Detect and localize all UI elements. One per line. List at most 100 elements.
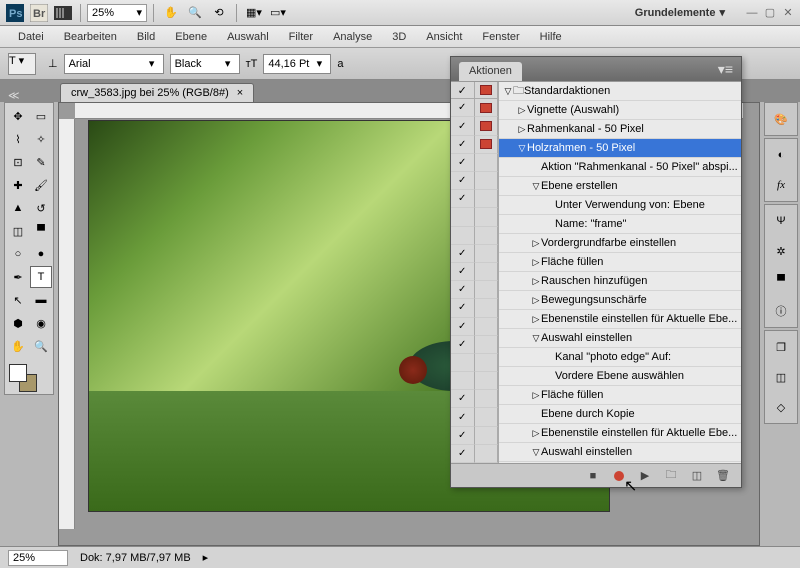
action-check[interactable] (451, 427, 475, 445)
action-row[interactable]: Ebene durch Kopie (499, 405, 741, 424)
action-dialog[interactable] (475, 281, 499, 299)
screen-mode-icon[interactable]: ▭▾ (267, 3, 289, 23)
status-arrow-icon[interactable]: ▸ (203, 551, 209, 564)
stamp-tool-icon[interactable]: ▲ (7, 197, 29, 219)
action-row[interactable]: Aktion "Rahmenkanal - 50 Pixel" abspi... (499, 158, 741, 177)
action-check[interactable] (451, 136, 475, 154)
healing-tool-icon[interactable]: ✚ (7, 174, 29, 196)
action-row[interactable]: ▽🗀 Standardaktionen (499, 82, 741, 101)
action-dialog[interactable] (475, 336, 499, 354)
action-dialog[interactable] (475, 227, 499, 245)
layers-panel-icon[interactable]: ❐ (769, 335, 793, 359)
minimize-button[interactable]: — (744, 5, 760, 21)
action-check[interactable] (451, 318, 475, 336)
action-row[interactable]: ▷Rahmenkanal - 50 Pixel (499, 120, 741, 139)
toggle-all-check[interactable]: ✓ (451, 82, 475, 98)
action-row[interactable]: Kanal "photo edge" Auf: (499, 348, 741, 367)
menu-fenster[interactable]: Fenster (472, 28, 529, 46)
arrange-icon[interactable]: ▦▾ (243, 3, 265, 23)
menu-ansicht[interactable]: Ansicht (416, 28, 472, 46)
action-check[interactable] (451, 354, 475, 372)
menu-ebene[interactable]: Ebene (165, 28, 217, 46)
history-brush-icon[interactable]: ↺ (30, 197, 52, 219)
menu-bearbeiten[interactable]: Bearbeiten (54, 28, 127, 46)
eyedropper-tool-icon[interactable]: ✎ (30, 151, 52, 173)
action-check[interactable] (451, 99, 475, 117)
zoom-canvas-icon[interactable]: 🔍 (30, 335, 52, 357)
action-row[interactable]: ▽Auswahl einstellen (499, 329, 741, 348)
menu-filter[interactable]: Filter (279, 28, 323, 46)
panel-header[interactable]: Aktionen ▾≡ (451, 57, 741, 81)
brushes-panel-icon[interactable]: Ψ (769, 209, 793, 233)
action-check[interactable] (451, 263, 475, 281)
action-dialog[interactable] (475, 390, 499, 408)
dodge-tool-icon[interactable]: ● (30, 243, 52, 265)
action-dialog[interactable] (475, 372, 499, 390)
action-dialog[interactable] (475, 445, 499, 463)
menu-hilfe[interactable]: Hilfe (530, 28, 572, 46)
adjustments-panel-icon[interactable]: ◐ (769, 143, 793, 167)
font-weight-field[interactable]: Black▾ (170, 54, 240, 74)
histogram-panel-icon[interactable]: ▀ (769, 269, 793, 293)
action-row[interactable]: ▷Vordergrundfarbe einstellen (499, 234, 741, 253)
action-check[interactable] (451, 154, 475, 172)
action-dialog[interactable] (475, 154, 499, 172)
tab-scroll-left-icon[interactable]: ≪ (8, 89, 20, 102)
marquee-tool-icon[interactable]: ▭ (30, 105, 52, 127)
action-dialog[interactable] (475, 318, 499, 336)
pen-tool-icon[interactable]: ✒ (7, 266, 29, 288)
mini-bridge-icon[interactable] (52, 3, 74, 23)
new-set-button[interactable]: 🗀 (663, 468, 679, 484)
ruler-vertical[interactable] (59, 119, 75, 529)
action-dialog[interactable] (475, 208, 499, 226)
channels-panel-icon[interactable]: ◫ (769, 365, 793, 389)
antialias-icon[interactable]: a (337, 58, 343, 70)
new-action-button[interactable]: ◫ (689, 468, 705, 484)
type-tool-icon[interactable]: T (30, 266, 52, 288)
action-check[interactable] (451, 408, 475, 426)
delete-button[interactable]: 🗑 (715, 468, 731, 484)
menu-auswahl[interactable]: Auswahl (217, 28, 279, 46)
font-size-field[interactable]: 44,16 Pt▾ (263, 54, 331, 74)
tool-preset-icon[interactable]: T ▾ (8, 53, 36, 75)
action-check[interactable] (451, 336, 475, 354)
document-tab[interactable]: crw_3583.jpg bei 25% (RGB/8#) × (60, 83, 254, 102)
info-panel-icon[interactable]: ⓘ (769, 299, 793, 323)
action-dialog[interactable] (475, 245, 499, 263)
action-check[interactable] (451, 445, 475, 463)
action-dialog[interactable] (475, 299, 499, 317)
close-button[interactable]: ✕ (780, 5, 796, 21)
action-dialog[interactable] (475, 427, 499, 445)
action-dialog[interactable] (475, 190, 499, 208)
toggle-all-dialog[interactable] (475, 82, 499, 98)
action-dialog[interactable] (475, 172, 499, 190)
action-row[interactable]: ▷Rauschen hinzufügen (499, 272, 741, 291)
actions-list[interactable]: ▽🗀 Standardaktionen▷Vignette (Auswahl)▷R… (499, 82, 741, 463)
action-check[interactable] (451, 245, 475, 263)
hand-tool-icon[interactable]: ✋ (7, 335, 29, 357)
play-button[interactable]: ▶ (637, 468, 653, 484)
action-row[interactable]: ▷Fläche füllen (499, 253, 741, 272)
3d-camera-icon[interactable]: ◉ (30, 312, 52, 334)
color-panel-icon[interactable]: 🎨 (769, 107, 793, 131)
styles-panel-icon[interactable]: fx (769, 173, 793, 197)
eraser-tool-icon[interactable]: ◫ (7, 220, 29, 242)
action-dialog[interactable] (475, 99, 499, 117)
action-row[interactable]: ▷Ebenenstile einstellen für Aktuelle Ebe… (499, 310, 741, 329)
lasso-tool-icon[interactable]: ⌇ (7, 128, 29, 150)
path-select-icon[interactable]: ↖ (7, 289, 29, 311)
action-row[interactable]: ▷Ebenenstile einstellen für Aktuelle Ebe… (499, 424, 741, 443)
action-row[interactable]: Unter Verwendung von: Ebene (499, 196, 741, 215)
menu-analyse[interactable]: Analyse (323, 28, 382, 46)
blur-tool-icon[interactable]: ○ (7, 243, 29, 265)
zoom-tool-icon[interactable]: 🔍 (184, 3, 206, 23)
brush-tool-icon[interactable]: 🖌 (30, 174, 52, 196)
panel-menu-icon[interactable]: ▾≡ (718, 61, 733, 78)
paths-panel-icon[interactable]: ◇ (769, 395, 793, 419)
orientation-icon[interactable]: ⊥ (48, 57, 58, 70)
record-button[interactable] (611, 468, 627, 484)
action-check[interactable] (451, 172, 475, 190)
action-row[interactable]: ▽Holzrahmen - 50 Pixel (499, 139, 741, 158)
zoom-field[interactable]: 25% (8, 550, 68, 566)
menu-bild[interactable]: Bild (127, 28, 165, 46)
